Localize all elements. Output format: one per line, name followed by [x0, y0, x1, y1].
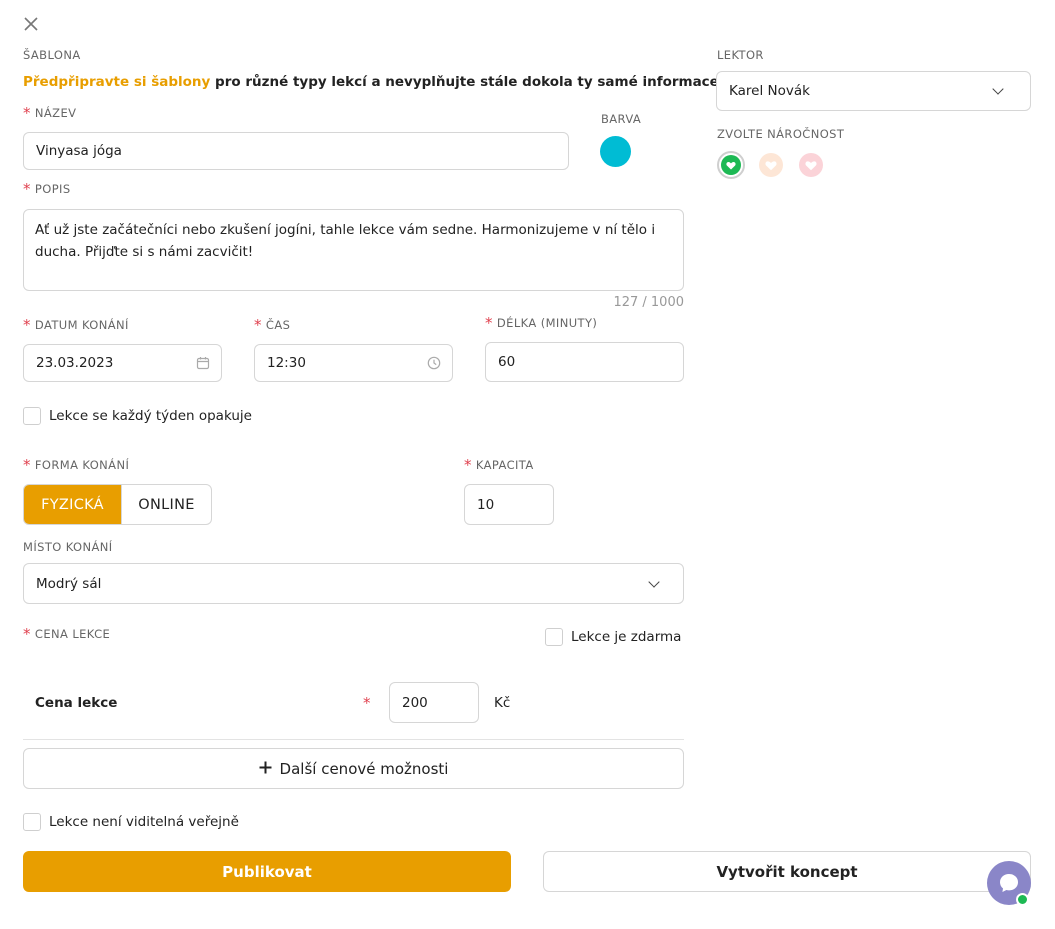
- heart-icon: [721, 155, 741, 175]
- required-icon: *: [23, 624, 31, 643]
- place-label: MÍSTO KONÁNÍ: [23, 540, 113, 554]
- chat-bubble-icon: [1000, 874, 1018, 892]
- place-select[interactable]: Modrý sál: [23, 563, 684, 604]
- required-icon: *: [23, 179, 31, 198]
- color-label: BARVA: [601, 112, 642, 126]
- date-value: 23.03.2023: [36, 355, 114, 371]
- time-value: 12:30: [267, 355, 306, 371]
- difficulty-label: ZVOLTE NÁROČNOST: [717, 127, 845, 141]
- required-icon: *: [23, 455, 31, 474]
- name-label: * NÁZEV: [23, 103, 77, 122]
- template-link[interactable]: Předpřipravte si šablony: [23, 74, 210, 90]
- duration-label: * DÉLKA (MINUTY): [485, 313, 598, 332]
- description-label: * POPIS: [23, 179, 71, 198]
- template-hint-text: pro různé typy lekcí a nevyplňujte stále…: [210, 74, 724, 90]
- time-label: * ČAS: [254, 315, 291, 334]
- price-input[interactable]: 200: [389, 682, 479, 723]
- difficulty-easy-button[interactable]: [717, 151, 745, 179]
- chevron-down-icon: [992, 83, 1004, 95]
- clock-icon[interactable]: [427, 356, 441, 374]
- capacity-label: * KAPACITA: [464, 455, 534, 474]
- divider: [23, 739, 684, 740]
- calendar-icon[interactable]: [196, 356, 210, 374]
- required-icon: *: [363, 694, 371, 712]
- price-row-label: Cena lekce: [35, 695, 118, 711]
- place-value: Modrý sál: [36, 575, 102, 592]
- hidden-label: Lekce není viditelná veřejně: [49, 814, 239, 830]
- chevron-down-icon: [648, 576, 660, 588]
- description-counter: 127 / 1000: [613, 295, 684, 310]
- difficulty-hard-button[interactable]: [799, 153, 823, 177]
- repeat-label: Lekce se každý týden opakuje: [49, 408, 252, 424]
- free-label: Lekce je zdarma: [571, 629, 682, 645]
- template-hint: Předpřipravte si šablony pro různé typy …: [23, 74, 724, 90]
- hidden-checkbox[interactable]: [23, 813, 41, 831]
- required-icon: *: [464, 455, 472, 474]
- time-input[interactable]: 12:30: [254, 344, 453, 382]
- more-price-options-label: Další cenové možnosti: [279, 759, 449, 778]
- online-status-dot: [1016, 893, 1029, 906]
- free-checkbox[interactable]: [545, 628, 563, 646]
- capacity-input[interactable]: 10: [464, 484, 554, 525]
- form-option-online[interactable]: ONLINE: [121, 485, 211, 524]
- required-icon: *: [23, 103, 31, 122]
- repeat-checkbox[interactable]: [23, 407, 41, 425]
- plus-icon: [259, 760, 272, 778]
- form-option-physical[interactable]: FYZICKÁ: [24, 485, 121, 524]
- close-icon[interactable]: [23, 16, 39, 32]
- date-input[interactable]: 23.03.2023: [23, 344, 222, 382]
- name-input[interactable]: Vinyasa jóga: [23, 132, 569, 170]
- currency-label: Kč: [494, 695, 511, 711]
- lecturer-value: Karel Novák: [729, 83, 810, 99]
- description-textarea[interactable]: Ať už jste začátečníci nebo zkušení jogí…: [23, 209, 684, 291]
- date-label: * DATUM KONÁNÍ: [23, 315, 129, 334]
- lecturer-label: LEKTOR: [717, 48, 764, 62]
- more-price-options-button[interactable]: Další cenové možnosti: [23, 748, 684, 789]
- draft-button[interactable]: Vytvořit koncept: [543, 851, 1031, 892]
- heart-icon: [805, 160, 817, 170]
- publish-button[interactable]: Publikovat: [23, 851, 511, 892]
- difficulty-medium-button[interactable]: [759, 153, 783, 177]
- template-label: ŠABLONA: [23, 48, 81, 62]
- form-label: * FORMA KONÁNÍ: [23, 455, 130, 474]
- duration-input[interactable]: 60: [485, 342, 684, 382]
- required-icon: *: [254, 315, 262, 334]
- price-label: * CENA LEKCE: [23, 624, 111, 643]
- required-icon: *: [23, 315, 31, 334]
- heart-icon: [765, 160, 777, 170]
- color-swatch[interactable]: [600, 136, 631, 167]
- required-icon: *: [485, 313, 493, 332]
- lecturer-select[interactable]: Karel Novák: [716, 71, 1031, 111]
- form-toggle: FYZICKÁ ONLINE: [23, 484, 212, 525]
